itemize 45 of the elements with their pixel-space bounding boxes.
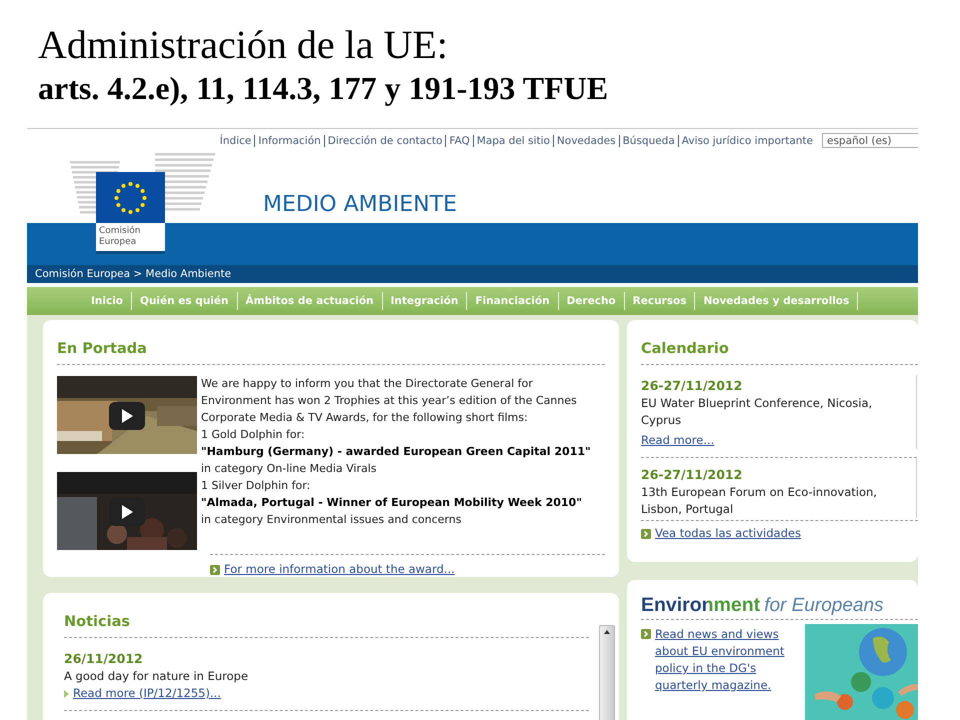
logo-text: Comisión Europea [96, 223, 165, 254]
arrow-icon [641, 528, 651, 538]
play-icon [120, 408, 134, 424]
play-button[interactable] [109, 498, 145, 526]
more-info-link[interactable]: For more information about the award... [224, 561, 455, 578]
film-title: "Almada, Portugal - Winner of European Mobility Week 2010" [201, 495, 583, 511]
top-link[interactable]: Búsqueda [620, 134, 679, 146]
site-title: MEDIO AMBIENTE [263, 192, 457, 218]
body-text: 1 Silver Dolphin for: [201, 478, 312, 494]
body-text: in category On-line Media Virals [201, 461, 378, 477]
slide-subtitle: arts. 4.2.e), 11, 114.3, 177 y 191-193 TFUE [38, 70, 608, 106]
top-link[interactable]: Mapa del sitio [474, 134, 554, 146]
language-select[interactable]: español (es) [822, 133, 918, 148]
breadcrumb: Comisión Europea > Medio Ambiente [35, 268, 232, 280]
arrow-icon [641, 629, 651, 639]
read-more-link[interactable]: Read more (IP/12/1255)... [73, 685, 221, 702]
caret-icon [64, 690, 69, 698]
stars-flag-icon [96, 172, 165, 224]
top-link[interactable]: Información [255, 134, 325, 146]
top-link[interactable]: FAQ [446, 134, 474, 146]
news-date: 26/11/2012 [64, 650, 143, 668]
news-title: A good day for nature in Europe [64, 668, 250, 685]
magazine-link[interactable]: Read news and views about EU environment policy in the DG's quarterly magazine. [655, 626, 790, 694]
top-link[interactable]: Aviso jurídico importante [678, 134, 816, 146]
section-title: En Portada [57, 340, 147, 358]
event-title: EU Water Blueprint Conference, Nicosia, Cyprus [641, 395, 874, 429]
all-events-link[interactable]: Vea todas las actividades [655, 525, 801, 542]
play-icon [120, 504, 134, 520]
read-more-link[interactable]: Read more... [641, 433, 714, 447]
top-link[interactable]: Novedades [554, 134, 620, 146]
top-link[interactable]: Índice [216, 134, 256, 146]
body-text: in category Environmental issues and concerns [201, 512, 462, 528]
body-text: 1 Gold Dolphin for: [201, 427, 306, 443]
event-date: 26-27/11/2012 [641, 377, 742, 395]
event-title: 13th European Forum on Eco-innovation, Lisbon, Portugal [641, 484, 878, 518]
section-title: Noticias [64, 613, 130, 631]
play-button[interactable] [109, 402, 145, 430]
brand-tagline: for Europeans [764, 595, 884, 617]
section-title: Calendario [641, 340, 729, 358]
film-title: "Hamburg (Germany) - awarded European Green Capital 2011" [201, 444, 592, 460]
event-date: 26-27/11/2012 [641, 466, 742, 484]
top-link[interactable]: Dirección de contacto [324, 134, 446, 146]
arrow-icon [210, 564, 220, 574]
body-text: We are happy to inform you that the Directorate General for Environment has won 2 Trophies at this year’s edition of the Cannes Corporate Media & TV Awards, for the following short films: [201, 376, 578, 426]
slide-title: Administración de la UE: [38, 22, 449, 68]
